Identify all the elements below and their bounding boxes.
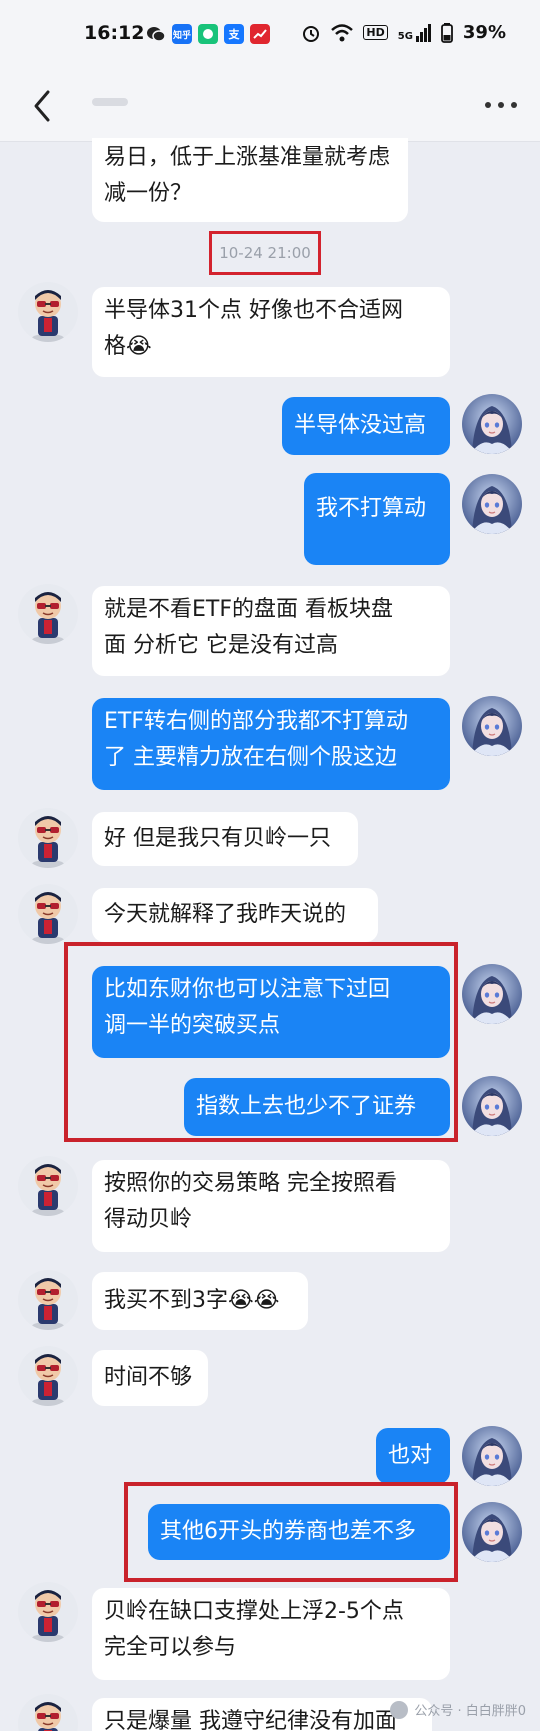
message-text: 调一半的突破买点 bbox=[104, 1013, 281, 1038]
avatar-self[interactable] bbox=[462, 964, 522, 1024]
wifi-icon bbox=[331, 23, 354, 41]
message-text: 时间不够 bbox=[104, 1365, 193, 1390]
hd-icon: HD bbox=[363, 25, 388, 40]
message-text: ETF转右侧的部分我都不打算动 bbox=[104, 709, 408, 734]
wechat-icon bbox=[146, 24, 166, 44]
message-text: 半导体没过高 bbox=[294, 413, 427, 438]
avatar-self[interactable] bbox=[462, 1076, 522, 1136]
message-text: 今天就解释了我昨天说的 bbox=[104, 902, 347, 927]
message-timestamp: 10-24 21:00 bbox=[209, 231, 321, 275]
avatar-contact[interactable] bbox=[18, 282, 78, 342]
status-time: 16:12 bbox=[84, 22, 145, 44]
battery-percent: 39% bbox=[462, 22, 506, 43]
message-bubble-incoming[interactable]: 易日，低于上涨基准量就考虑 减一份？ bbox=[92, 138, 408, 222]
message-text: 也对 bbox=[388, 1443, 433, 1468]
message-text: 其他6开头的券商也差不多 bbox=[160, 1519, 416, 1544]
message-bubble-outgoing[interactable]: 指数上去也少不了证券 bbox=[184, 1078, 450, 1136]
status-bar: 16:12 知乎 支 HD 5G 39% bbox=[0, 0, 540, 70]
message-text: 得动贝岭 bbox=[104, 1207, 193, 1232]
avatar-contact[interactable] bbox=[18, 1346, 78, 1406]
message-text: 了 主要精力放在右侧个股这边 bbox=[104, 745, 397, 770]
chat-header bbox=[0, 70, 540, 142]
avatar-contact[interactable] bbox=[18, 1694, 78, 1731]
message-text: 完全可以参与 bbox=[104, 1635, 237, 1660]
watermark-text: 公众号 · 白白胖胖0 bbox=[414, 1704, 526, 1719]
more-dots-icon[interactable] bbox=[484, 100, 518, 110]
avatar-self[interactable] bbox=[462, 474, 522, 534]
alarm-icon bbox=[303, 25, 320, 42]
message-text: 就是不看ETF的盘面 看板块盘 bbox=[104, 597, 393, 622]
message-text: 我不打算动 bbox=[316, 496, 427, 521]
wechat-official-account-icon bbox=[390, 1700, 409, 1719]
status-indicators: HD 5G 39% bbox=[301, 22, 506, 43]
message-bubble-outgoing[interactable]: 比如东财你也可以注意下过回 调一半的突破买点 bbox=[92, 966, 450, 1058]
chat-app-icon bbox=[198, 24, 218, 44]
message-bubble-incoming[interactable]: 时间不够 bbox=[92, 1350, 208, 1406]
avatar-contact[interactable] bbox=[18, 1582, 78, 1642]
message-text: 减一份？ bbox=[104, 181, 193, 206]
avatar-contact[interactable] bbox=[18, 1156, 78, 1216]
message-text: 好 但是我只有贝岭一只 bbox=[104, 826, 331, 851]
avatar-self[interactable] bbox=[462, 1502, 522, 1562]
message-bubble-incoming[interactable]: 今天就解释了我昨天说的 bbox=[92, 888, 378, 942]
message-bubble-incoming[interactable]: 好 但是我只有贝岭一只 bbox=[92, 812, 358, 866]
alipay-icon: 支 bbox=[224, 24, 244, 44]
message-text: 指数上去也少不了证券 bbox=[196, 1094, 417, 1119]
message-text: 半导体31个点 好像也不合适网 bbox=[104, 298, 403, 323]
avatar-self[interactable] bbox=[462, 1426, 522, 1486]
avatar-self[interactable] bbox=[462, 696, 522, 756]
avatar-contact[interactable] bbox=[18, 1270, 78, 1330]
avatar-contact[interactable] bbox=[18, 884, 78, 944]
message-bubble-outgoing[interactable]: 我不打算动 bbox=[304, 473, 450, 565]
signal-5g-icon: 5G bbox=[398, 23, 431, 42]
message-bubble-outgoing[interactable]: ETF转右侧的部分我都不打算动 了 主要精力放在右侧个股这边 bbox=[92, 698, 450, 790]
message-text: 只是爆量 我遵守纪律没有加面 bbox=[104, 1709, 397, 1731]
message-bubble-incoming[interactable]: 按照你的交易策略 完全按照看 得动贝岭 bbox=[92, 1160, 450, 1252]
battery-icon bbox=[441, 22, 453, 43]
message-bubble-incoming[interactable]: 半导体31个点 好像也不合适网 格😭 bbox=[92, 287, 450, 377]
message-bubble-incoming[interactable]: 我买不到3字😭😭 bbox=[92, 1272, 308, 1330]
message-bubble-outgoing[interactable]: 半导体没过高 bbox=[282, 397, 450, 455]
avatar-contact[interactable] bbox=[18, 584, 78, 644]
stocks-app-icon bbox=[250, 24, 270, 44]
contact-name bbox=[92, 98, 128, 106]
watermark: 公众号 · 白白胖胖0 bbox=[390, 1700, 526, 1719]
message-text: 易日，低于上涨基准量就考虑 bbox=[104, 145, 391, 170]
message-text: 我买不到3字😭😭 bbox=[104, 1288, 280, 1313]
avatar-self[interactable] bbox=[462, 394, 522, 454]
message-bubble-incoming[interactable]: 贝岭在缺口支撑处上浮2-5个点 完全可以参与 bbox=[92, 1588, 450, 1680]
message-text: 面 分析它 它是没有过高 bbox=[104, 633, 338, 658]
message-text: 格😭 bbox=[104, 334, 152, 359]
message-bubble-outgoing[interactable]: 也对 bbox=[376, 1428, 450, 1484]
message-text: 比如东财你也可以注意下过回 bbox=[104, 977, 391, 1002]
message-bubble-incoming[interactable]: 就是不看ETF的盘面 看板块盘 面 分析它 它是没有过高 bbox=[92, 586, 450, 676]
notification-icons: 知乎 支 bbox=[146, 24, 270, 44]
zhihu-icon: 知乎 bbox=[172, 24, 192, 44]
chevron-left-icon[interactable] bbox=[28, 84, 58, 128]
message-bubble-incoming[interactable]: 只是爆量 我遵守纪律没有加面 bbox=[92, 1698, 432, 1731]
message-text: 贝岭在缺口支撑处上浮2-5个点 bbox=[104, 1599, 404, 1624]
message-bubble-outgoing[interactable]: 其他6开头的券商也差不多 bbox=[148, 1504, 450, 1560]
avatar-contact[interactable] bbox=[18, 808, 78, 868]
message-text: 按照你的交易策略 完全按照看 bbox=[104, 1171, 397, 1196]
